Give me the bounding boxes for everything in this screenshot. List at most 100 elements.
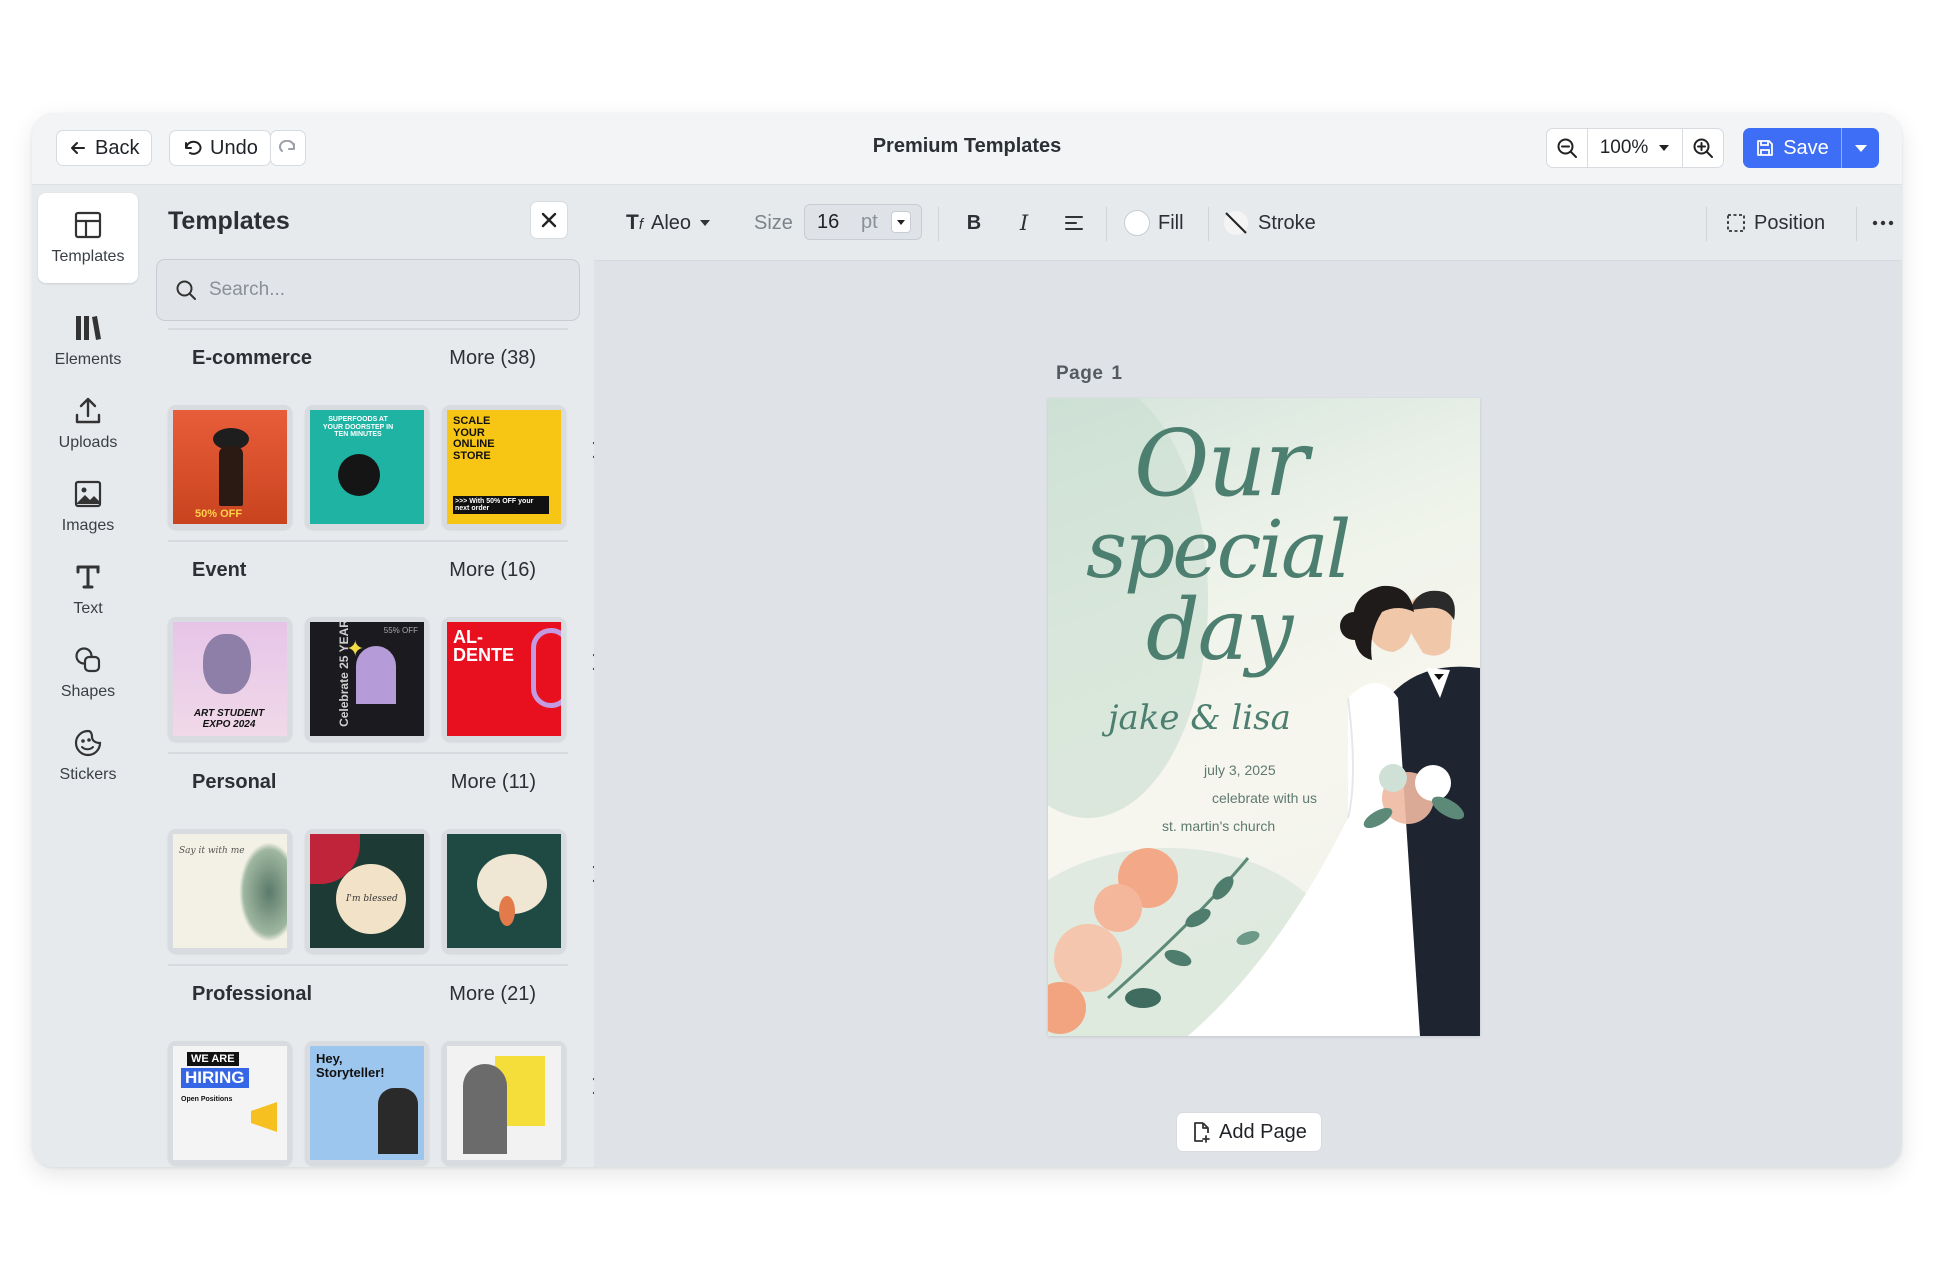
rail-item-shapes[interactable]: Shapes xyxy=(38,628,138,718)
text-icon xyxy=(76,565,100,589)
zoom-select[interactable]: 100% xyxy=(1587,129,1683,167)
zoom-control: 100% xyxy=(1546,128,1724,168)
thumb-art xyxy=(447,834,561,948)
search-icon xyxy=(176,280,196,300)
stroke-button[interactable]: Stroke xyxy=(1222,203,1316,243)
toolbar-divider xyxy=(1856,207,1857,241)
close-icon xyxy=(541,212,557,228)
template-thumb-al-dente[interactable]: AL-DENTE xyxy=(442,617,566,741)
template-thumb-celebrate[interactable]: Celebrate 25 YEARS 55% OFF ✦ xyxy=(305,617,429,741)
card-names[interactable]: jake & lisa xyxy=(1108,698,1291,738)
editor-window: Back Undo Premium Templates 100% Save Te… xyxy=(32,113,1902,1167)
section-divider xyxy=(168,964,568,966)
section-title-event: Event xyxy=(192,559,247,581)
panel-title: Templates xyxy=(168,207,290,235)
megaphone-icon xyxy=(251,1102,277,1132)
position-button[interactable]: Position xyxy=(1726,203,1825,243)
size-value: 16 xyxy=(817,210,840,233)
close-panel-button[interactable] xyxy=(530,201,568,239)
card-venue[interactable]: st. martin's church xyxy=(1162,818,1275,834)
zoom-value: 100% xyxy=(1599,137,1649,158)
search-input[interactable] xyxy=(209,279,549,301)
zoom-out-button[interactable] xyxy=(1547,129,1587,167)
size-dropdown[interactable] xyxy=(891,211,911,233)
rail-item-uploads[interactable]: Uploads xyxy=(38,379,138,469)
thumb-text: >>> With 50% OFF your next order xyxy=(453,496,549,514)
caret-down-icon xyxy=(700,220,711,226)
thumb-art: Say it with me xyxy=(173,834,287,948)
undo-button[interactable]: Undo xyxy=(169,130,271,166)
card-date[interactable]: july 3, 2025 xyxy=(1204,762,1276,778)
template-thumb-fashion[interactable]: 50% OFF xyxy=(168,405,292,529)
template-thumb-hiring[interactable]: WE ARE HIRING Open Positions xyxy=(168,1041,292,1165)
section-divider xyxy=(168,752,568,754)
more-ecommerce-link[interactable]: More (38) xyxy=(449,347,536,370)
font-family-select[interactable]: Tf Aleo xyxy=(626,203,711,243)
template-thumb-superfoods[interactable]: SUPERFOODS AT YOUR DOORSTEP IN TEN MINUT… xyxy=(305,405,429,529)
align-button[interactable] xyxy=(1056,203,1092,243)
more-professional-link[interactable]: More (21) xyxy=(449,983,536,1006)
card-celebrate[interactable]: celebrate with us xyxy=(1212,790,1317,806)
align-left-icon xyxy=(1065,216,1083,230)
template-thumb-portrait[interactable] xyxy=(442,1041,566,1165)
card-title-line3[interactable]: day xyxy=(1146,588,1293,672)
thumb-art: I'm blessed xyxy=(310,834,424,948)
templates-panel: Templates E-commerce More (38) 50% OFF S… xyxy=(144,185,603,1167)
bold-button[interactable]: B xyxy=(956,203,992,243)
italic-button[interactable]: I xyxy=(1006,203,1042,243)
thumb-shape xyxy=(463,1064,507,1154)
template-thumb-koi[interactable] xyxy=(442,829,566,953)
top-bar: Back Undo Premium Templates 100% Save xyxy=(32,113,1902,185)
font-name: Aleo xyxy=(651,211,692,234)
stroke-label: Stroke xyxy=(1258,211,1316,234)
thumb-text: Say it with me xyxy=(179,846,245,856)
card-title-line1[interactable]: Our xyxy=(1134,418,1309,510)
save-button[interactable]: Save xyxy=(1743,128,1841,168)
template-thumb-art-expo[interactable]: ART STUDENT EXPO 2024 xyxy=(168,617,292,741)
rail-item-templates[interactable]: Templates xyxy=(38,193,138,283)
thumb-art: SCALE YOUR ONLINE STORE >>> With 50% OFF… xyxy=(447,410,561,524)
zoom-in-button[interactable] xyxy=(1683,129,1723,167)
more-personal-link[interactable]: More (11) xyxy=(451,771,536,794)
rail-label: Stickers xyxy=(59,766,117,783)
rail-item-elements[interactable]: Elements xyxy=(38,296,138,386)
caret-down-icon xyxy=(1659,145,1670,151)
add-page-button[interactable]: Add Page xyxy=(1176,1112,1322,1152)
sparkle-icon: ✦ xyxy=(346,636,365,661)
bold-icon: B xyxy=(966,211,982,234)
template-thumb-blessed[interactable]: I'm blessed xyxy=(305,829,429,953)
save-label: Save xyxy=(1783,136,1829,159)
more-options-button[interactable] xyxy=(1868,203,1898,243)
template-thumb-storyteller[interactable]: Hey, Storyteller! xyxy=(305,1041,429,1165)
save-options-button[interactable] xyxy=(1841,128,1879,168)
thumb-text: I'm blessed xyxy=(346,894,398,904)
artboard[interactable]: Our special day jake & lisa july 3, 2025… xyxy=(1048,398,1480,1036)
thumb-text: Hey, Storyteller! xyxy=(316,1051,385,1080)
arrow-left-icon xyxy=(71,142,85,154)
rail-item-images[interactable]: Images xyxy=(38,462,138,552)
redo-button[interactable] xyxy=(270,130,306,166)
search-box xyxy=(156,259,580,321)
back-button[interactable]: Back xyxy=(56,130,153,166)
zoom-out-icon xyxy=(1557,138,1577,158)
template-thumb-scale-store[interactable]: SCALE YOUR ONLINE STORE >>> With 50% OFF… xyxy=(442,405,566,529)
font-size-input[interactable]: 16 pt xyxy=(804,204,922,240)
thumb-text: HIRING xyxy=(181,1068,249,1088)
thumb-text: 50% OFF xyxy=(195,508,243,520)
more-event-link[interactable]: More (16) xyxy=(449,559,536,582)
template-thumb-say-it[interactable]: Say it with me xyxy=(168,829,292,953)
size-unit: pt xyxy=(861,210,878,233)
thumb-text: SCALE YOUR ONLINE STORE xyxy=(453,415,495,462)
card-title-line2[interactable]: special xyxy=(1086,510,1351,590)
fill-button[interactable]: Fill xyxy=(1124,203,1184,243)
position-icon xyxy=(1727,214,1745,232)
rail-item-stickers[interactable]: Stickers xyxy=(38,711,138,801)
upload-icon xyxy=(75,397,101,424)
fill-swatch-icon xyxy=(1124,210,1150,236)
toolbar-divider xyxy=(1106,207,1107,241)
rail-label: Templates xyxy=(51,248,125,265)
rail-item-text[interactable]: Text xyxy=(38,545,138,635)
position-label: Position xyxy=(1754,211,1826,234)
rail-label: Text xyxy=(73,600,103,617)
toolbar-divider xyxy=(1208,207,1209,241)
